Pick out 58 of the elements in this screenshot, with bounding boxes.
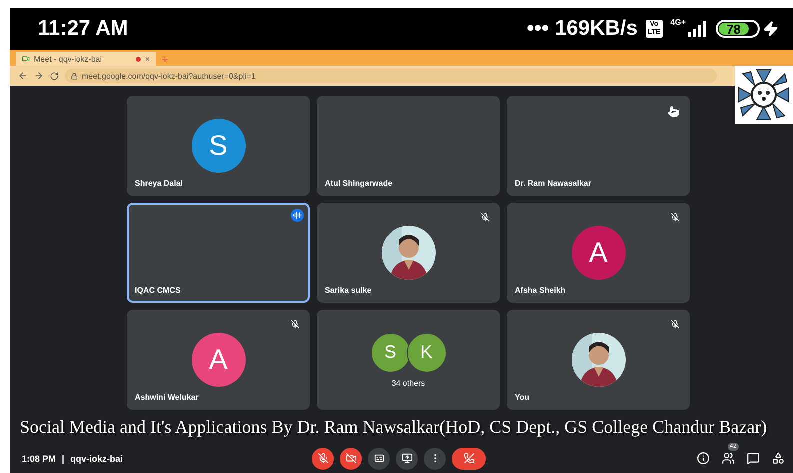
captions-button[interactable] [368, 448, 390, 470]
participant-name: Ashwini Welukar [135, 393, 199, 402]
battery-indicator: 78 [716, 20, 760, 38]
participant-tile[interactable]: A Afsha Sheikh [507, 203, 690, 303]
participant-tile[interactable]: IQAC CMCS [127, 203, 310, 303]
participant-name: Afsha Sheikh [515, 286, 566, 295]
activities-icon[interactable] [772, 452, 785, 465]
forward-icon[interactable] [34, 71, 44, 81]
participant-name: IQAC CMCS [135, 286, 181, 295]
meeting-code: qqv-iokz-bai [70, 454, 124, 464]
network-type: 4G+ [670, 18, 686, 27]
microphone-button[interactable] [312, 448, 334, 470]
participant-name: Sarika sulke [325, 286, 372, 295]
participant-tile[interactable]: Dr. Ram Nawasalkar [507, 96, 690, 196]
avatar: A [192, 333, 246, 387]
video-camera-icon [22, 55, 30, 63]
participant-name: Atul Shingarwade [325, 179, 393, 188]
participant-name: Shreya Dalal [135, 179, 184, 188]
browser-tab[interactable]: Meet - qqv-iokz-bai × [16, 52, 156, 66]
participant-tile[interactable]: S Shreya Dalal [127, 96, 310, 196]
camera-off-icon [346, 453, 356, 464]
camera-button[interactable] [340, 448, 362, 470]
avatar: S [370, 332, 410, 372]
cursor-icon [668, 106, 680, 118]
present-button[interactable] [396, 448, 418, 470]
back-icon[interactable] [18, 71, 28, 81]
separator: | [62, 454, 65, 464]
mic-off-icon [318, 453, 328, 464]
participant-tile[interactable]: S K 34 others [317, 310, 500, 410]
participant-tile[interactable]: You [507, 310, 690, 410]
activity-dots: ••• [527, 17, 550, 41]
clock: 11:27 AM [38, 17, 130, 41]
signal-icon [688, 21, 706, 37]
meeting-time: 1:08 PM [22, 454, 56, 464]
network-speed: 169KB/s [555, 17, 638, 41]
reload-icon[interactable] [50, 72, 59, 80]
address-bar[interactable]: meet.google.com/qqv-iokz-bai?authuser=0&pli=1 [65, 69, 717, 83]
participant-tile[interactable]: Sarika sulke [317, 203, 500, 303]
lock-icon [71, 72, 78, 80]
subtitle-caption: Social Media and It's Applications By Dr. Ram Nawsalkar(HoD, CS Dept., GS College Chandur Bazar) [19, 416, 768, 439]
participant-name: Dr. Ram Nawasalkar [515, 179, 592, 188]
charging-icon [763, 21, 779, 37]
info-icon[interactable] [697, 452, 710, 465]
present-screen-icon [402, 453, 412, 464]
recording-icon [136, 56, 142, 62]
more-button[interactable] [424, 448, 446, 470]
participant-tile[interactable]: A Ashwini Welukar [127, 310, 310, 410]
close-tab-button[interactable]: × [145, 54, 150, 64]
avatar: S [192, 119, 246, 173]
avatar: K [406, 332, 446, 372]
hang-up-icon [464, 453, 474, 464]
avatar: A [572, 226, 626, 280]
captions-icon [374, 453, 384, 464]
chat-icon[interactable] [747, 452, 760, 465]
leave-call-button[interactable] [452, 448, 486, 470]
participant-tile[interactable]: Atul Shingarwade [317, 96, 500, 196]
participant-name: You [515, 393, 530, 402]
others-count: 34 others [392, 378, 426, 388]
